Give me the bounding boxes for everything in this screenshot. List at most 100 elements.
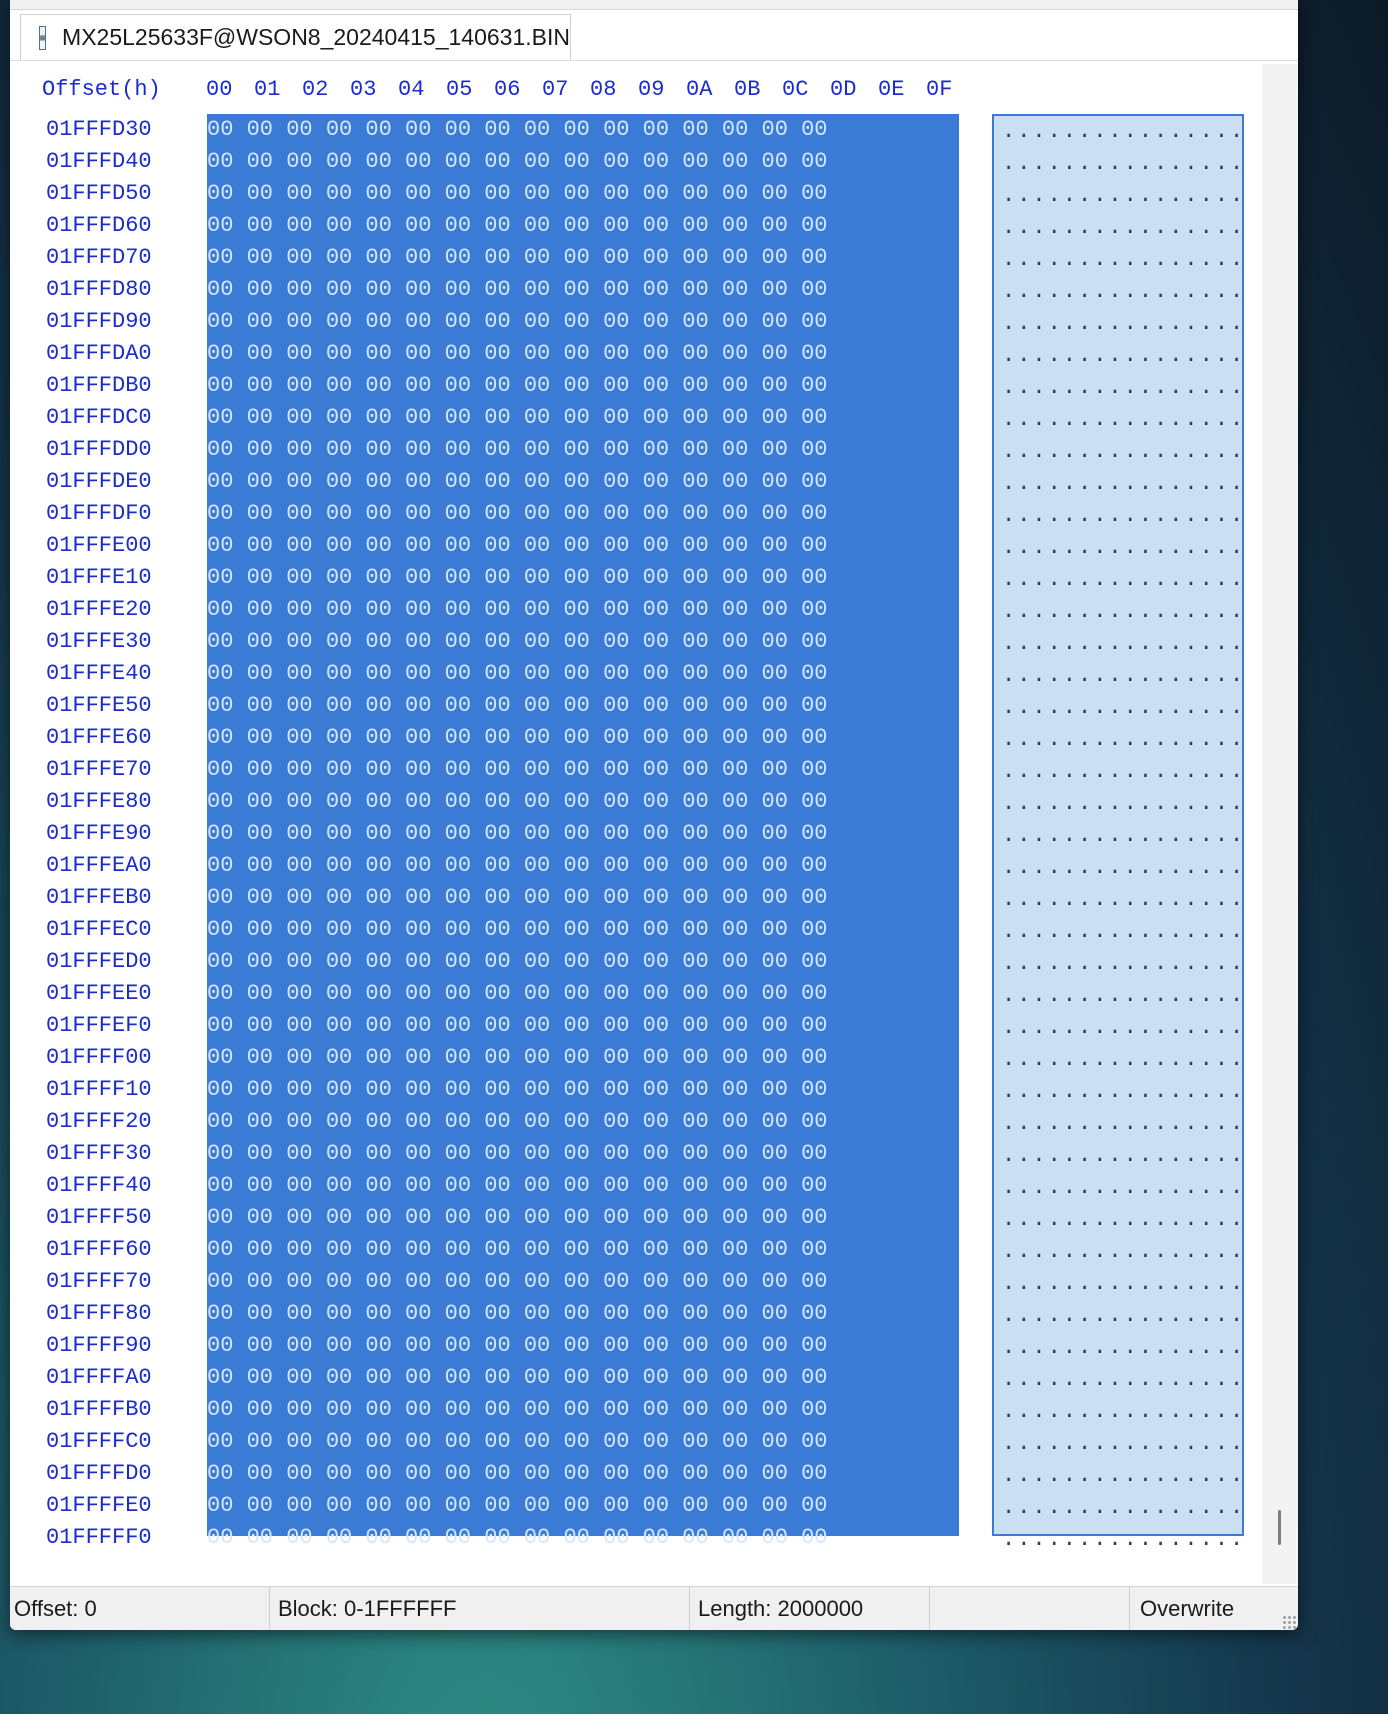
ascii-row[interactable]: ................ — [994, 532, 1245, 564]
hex-row[interactable]: 00 00 00 00 00 00 00 00 00 00 00 00 00 0… — [207, 946, 828, 978]
hex-row[interactable]: 00 00 00 00 00 00 00 00 00 00 00 00 00 0… — [207, 434, 828, 466]
vertical-scrollbar[interactable] — [1262, 64, 1298, 1584]
ascii-row[interactable]: ................ — [994, 1044, 1245, 1076]
ascii-row[interactable]: ................ — [994, 756, 1245, 788]
ascii-row[interactable]: ................ — [994, 116, 1245, 148]
ascii-row[interactable]: ................ — [994, 1204, 1245, 1236]
ascii-row[interactable]: ................ — [994, 1268, 1245, 1300]
hex-row[interactable]: 00 00 00 00 00 00 00 00 00 00 00 00 00 0… — [207, 1522, 828, 1554]
hex-row[interactable]: 00 00 00 00 00 00 00 00 00 00 00 00 00 0… — [207, 530, 828, 562]
hex-row[interactable]: 00 00 00 00 00 00 00 00 00 00 00 00 00 0… — [207, 786, 828, 818]
ascii-row[interactable]: ................ — [994, 308, 1245, 340]
hex-row[interactable]: 00 00 00 00 00 00 00 00 00 00 00 00 00 0… — [207, 370, 828, 402]
ascii-row[interactable]: ................ — [994, 596, 1245, 628]
hex-selection[interactable]: 00 00 00 00 00 00 00 00 00 00 00 00 00 0… — [207, 114, 959, 1550]
ascii-row[interactable]: ................ — [994, 468, 1245, 500]
ascii-row[interactable]: ................ — [994, 1460, 1245, 1492]
ascii-row[interactable]: ................ — [994, 660, 1245, 692]
ascii-row[interactable]: ................ — [994, 1108, 1245, 1140]
ascii-row[interactable]: ................ — [994, 884, 1245, 916]
ascii-row[interactable]: ................ — [994, 1492, 1245, 1524]
hex-row[interactable]: 00 00 00 00 00 00 00 00 00 00 00 00 00 0… — [207, 1426, 828, 1458]
ascii-selection[interactable]: ........................................… — [992, 114, 1244, 1552]
hex-row[interactable]: 00 00 00 00 00 00 00 00 00 00 00 00 00 0… — [207, 1202, 828, 1234]
ascii-row[interactable]: ................ — [994, 1012, 1245, 1044]
hex-bytes[interactable]: 00 00 00 00 00 00 00 00 00 00 00 00 00 0… — [207, 114, 828, 1554]
hex-row[interactable]: 00 00 00 00 00 00 00 00 00 00 00 00 00 0… — [207, 210, 828, 242]
hex-row[interactable]: 00 00 00 00 00 00 00 00 00 00 00 00 00 0… — [207, 978, 828, 1010]
ascii-row[interactable]: ................ — [994, 1300, 1245, 1332]
hex-row[interactable]: 00 00 00 00 00 00 00 00 00 00 00 00 00 0… — [207, 114, 828, 146]
hex-row[interactable]: 00 00 00 00 00 00 00 00 00 00 00 00 00 0… — [207, 242, 828, 274]
hex-row[interactable]: 00 00 00 00 00 00 00 00 00 00 00 00 00 0… — [207, 1074, 828, 1106]
hex-row[interactable]: 00 00 00 00 00 00 00 00 00 00 00 00 00 0… — [207, 178, 828, 210]
hex-row[interactable]: 00 00 00 00 00 00 00 00 00 00 00 00 00 0… — [207, 274, 828, 306]
hex-row[interactable]: 00 00 00 00 00 00 00 00 00 00 00 00 00 0… — [207, 146, 828, 178]
ascii-row[interactable]: ................ — [994, 948, 1245, 980]
hex-row[interactable]: 00 00 00 00 00 00 00 00 00 00 00 00 00 0… — [207, 1138, 828, 1170]
ascii-row[interactable]: ................ — [994, 180, 1245, 212]
ascii-row[interactable]: ................ — [994, 692, 1245, 724]
ascii-row[interactable]: ................ — [994, 1364, 1245, 1396]
hex-row[interactable]: 00 00 00 00 00 00 00 00 00 00 00 00 00 0… — [207, 1330, 828, 1362]
hex-row[interactable]: 00 00 00 00 00 00 00 00 00 00 00 00 00 0… — [207, 562, 828, 594]
status-edit-mode[interactable]: Overwrite — [1130, 1587, 1234, 1630]
hex-row[interactable]: 00 00 00 00 00 00 00 00 00 00 00 00 00 0… — [207, 498, 828, 530]
hex-row[interactable]: 00 00 00 00 00 00 00 00 00 00 00 00 00 0… — [207, 338, 828, 370]
hex-row[interactable]: 00 00 00 00 00 00 00 00 00 00 00 00 00 0… — [207, 658, 828, 690]
hex-row[interactable]: 00 00 00 00 00 00 00 00 00 00 00 00 00 0… — [207, 1170, 828, 1202]
ascii-row[interactable]: ................ — [994, 980, 1245, 1012]
hex-row[interactable]: 00 00 00 00 00 00 00 00 00 00 00 00 00 0… — [207, 882, 828, 914]
ascii-text[interactable]: ........................................… — [994, 116, 1245, 1556]
hex-row[interactable]: 00 00 00 00 00 00 00 00 00 00 00 00 00 0… — [207, 1490, 828, 1522]
ascii-row[interactable]: ................ — [994, 852, 1245, 884]
ascii-row[interactable]: ................ — [994, 1396, 1245, 1428]
ascii-row[interactable]: ................ — [994, 1076, 1245, 1108]
hex-row[interactable]: 00 00 00 00 00 00 00 00 00 00 00 00 00 0… — [207, 1042, 828, 1074]
ascii-row[interactable]: ................ — [994, 372, 1245, 404]
hex-row[interactable]: 00 00 00 00 00 00 00 00 00 00 00 00 00 0… — [207, 690, 828, 722]
scrollbar-thumb[interactable] — [1278, 1510, 1281, 1545]
ascii-row[interactable]: ................ — [994, 436, 1245, 468]
ascii-row[interactable]: ................ — [994, 564, 1245, 596]
hex-row[interactable]: 00 00 00 00 00 00 00 00 00 00 00 00 00 0… — [207, 1458, 828, 1490]
hex-row[interactable]: 00 00 00 00 00 00 00 00 00 00 00 00 00 0… — [207, 914, 828, 946]
ascii-row[interactable]: ................ — [994, 1236, 1245, 1268]
ascii-row[interactable]: ................ — [994, 1172, 1245, 1204]
hex-row[interactable]: 00 00 00 00 00 00 00 00 00 00 00 00 00 0… — [207, 306, 828, 338]
ascii-row[interactable]: ................ — [994, 916, 1245, 948]
ascii-row[interactable]: ................ — [994, 212, 1245, 244]
ascii-row[interactable]: ................ — [994, 500, 1245, 532]
hex-row[interactable]: 00 00 00 00 00 00 00 00 00 00 00 00 00 0… — [207, 626, 828, 658]
hex-row[interactable]: 00 00 00 00 00 00 00 00 00 00 00 00 00 0… — [207, 1394, 828, 1426]
ascii-row[interactable]: ................ — [994, 724, 1245, 756]
hex-editor-area[interactable]: Offset(h) 00 01 02 03 04 05 06 07 08 09 0A 0B 0C 0D 0E… — [10, 62, 1288, 1584]
ascii-row[interactable]: ................ — [994, 1140, 1245, 1172]
ascii-row[interactable]: ................ — [994, 628, 1245, 660]
hex-row[interactable]: 00 00 00 00 00 00 00 00 00 00 00 00 00 0… — [207, 594, 828, 626]
hex-row[interactable]: 00 00 00 00 00 00 00 00 00 00 00 00 00 0… — [207, 1106, 828, 1138]
ascii-row[interactable]: ................ — [994, 1524, 1245, 1556]
hex-row[interactable]: 00 00 00 00 00 00 00 00 00 00 00 00 00 0… — [207, 754, 828, 786]
ascii-row[interactable]: ................ — [994, 1428, 1245, 1460]
hex-row[interactable]: 00 00 00 00 00 00 00 00 00 00 00 00 00 0… — [207, 1234, 828, 1266]
hex-row[interactable]: 00 00 00 00 00 00 00 00 00 00 00 00 00 0… — [207, 722, 828, 754]
ascii-row[interactable]: ................ — [994, 820, 1245, 852]
hex-row[interactable]: 00 00 00 00 00 00 00 00 00 00 00 00 00 0… — [207, 1298, 828, 1330]
hex-row[interactable]: 00 00 00 00 00 00 00 00 00 00 00 00 00 0… — [207, 818, 828, 850]
ascii-row[interactable]: ................ — [994, 788, 1245, 820]
ascii-row[interactable]: ................ — [994, 148, 1245, 180]
hex-row[interactable]: 00 00 00 00 00 00 00 00 00 00 00 00 00 0… — [207, 402, 828, 434]
hex-row[interactable]: 00 00 00 00 00 00 00 00 00 00 00 00 00 0… — [207, 1266, 828, 1298]
resize-grip-icon[interactable] — [1282, 1615, 1296, 1629]
ascii-row[interactable]: ................ — [994, 276, 1245, 308]
hex-row[interactable]: 00 00 00 00 00 00 00 00 00 00 00 00 00 0… — [207, 1010, 828, 1042]
hex-row[interactable]: 00 00 00 00 00 00 00 00 00 00 00 00 00 0… — [207, 1362, 828, 1394]
hex-row[interactable]: 00 00 00 00 00 00 00 00 00 00 00 00 00 0… — [207, 466, 828, 498]
ascii-row[interactable]: ................ — [994, 244, 1245, 276]
ascii-row[interactable]: ................ — [994, 404, 1245, 436]
tab-file[interactable]: ▦ MX25L25633F@WSON8_20240415_140631.BIN — [20, 14, 571, 60]
ascii-row[interactable]: ................ — [994, 1332, 1245, 1364]
ascii-row[interactable]: ................ — [994, 340, 1245, 372]
hex-row[interactable]: 00 00 00 00 00 00 00 00 00 00 00 00 00 0… — [207, 850, 828, 882]
